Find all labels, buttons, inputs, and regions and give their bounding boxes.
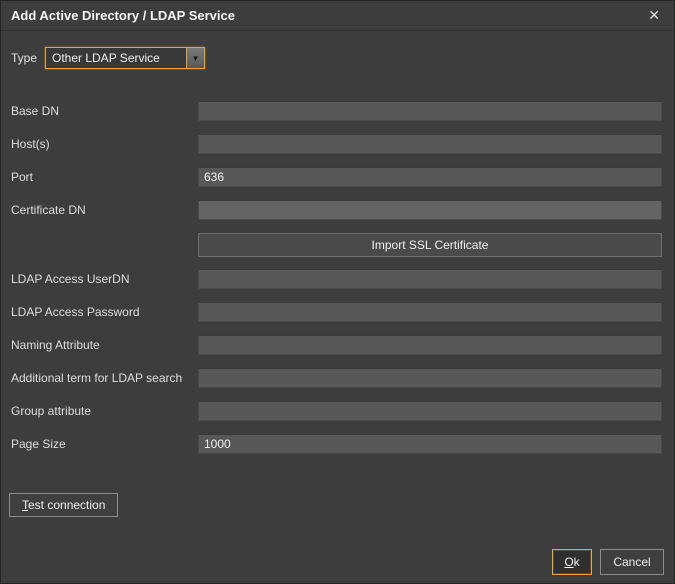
form-row-naming-attribute: Naming Attribute <box>11 335 662 355</box>
type-row: Type Other LDAP Service ▼ <box>11 47 674 69</box>
close-icon[interactable]: ✕ <box>644 5 664 26</box>
form-row-ldap-access-password: LDAP Access Password <box>11 302 662 322</box>
ldap-access-password-input[interactable] <box>198 302 662 322</box>
dialog-title: Add Active Directory / LDAP Service <box>11 8 644 23</box>
form-row-additional-term: Additional term for LDAP search <box>11 368 662 388</box>
dialog-footer: Ok Cancel <box>552 549 664 575</box>
group-attribute-input[interactable] <box>198 401 662 421</box>
test-connection-label: Test connection <box>22 498 105 512</box>
certificate-dn-input[interactable] <box>198 200 662 220</box>
certificate-dn-label: Certificate DN <box>11 203 198 217</box>
chevron-down-icon[interactable]: ▼ <box>186 48 204 68</box>
ok-button[interactable]: Ok <box>552 549 592 575</box>
form-row-certificate-dn: Certificate DN <box>11 200 662 220</box>
additional-term-label: Additional term for LDAP search <box>11 371 198 385</box>
ldap-access-password-label: LDAP Access Password <box>11 305 198 319</box>
port-label: Port <box>11 170 198 184</box>
ok-label: Ok <box>563 555 581 569</box>
base-dn-label: Base DN <box>11 104 198 118</box>
type-select[interactable]: Other LDAP Service ▼ <box>45 47 205 69</box>
naming-attribute-input[interactable] <box>198 335 662 355</box>
form-row-ldap-access-userdn: LDAP Access UserDN <box>11 269 662 289</box>
group-attribute-label: Group attribute <box>11 404 198 418</box>
type-select-value: Other LDAP Service <box>46 51 186 65</box>
add-ldap-dialog: Add Active Directory / LDAP Service ✕ Ty… <box>0 0 675 584</box>
test-connection-button[interactable]: Test connection <box>9 493 118 517</box>
port-input[interactable] <box>198 167 662 187</box>
form-row-port: Port <box>11 167 662 187</box>
base-dn-input[interactable] <box>198 101 662 121</box>
cancel-button[interactable]: Cancel <box>600 549 664 575</box>
ldap-form: Base DN Host(s) Port Certificate DN Impo… <box>1 101 674 454</box>
form-row-group-attribute: Group attribute <box>11 401 662 421</box>
form-row-base-dn: Base DN <box>11 101 662 121</box>
import-ssl-certificate-button[interactable]: Import SSL Certificate <box>198 233 662 257</box>
ldap-access-userdn-label: LDAP Access UserDN <box>11 272 198 286</box>
naming-attribute-label: Naming Attribute <box>11 338 198 352</box>
form-row-hosts: Host(s) <box>11 134 662 154</box>
hosts-input[interactable] <box>198 134 662 154</box>
hosts-label: Host(s) <box>11 137 198 151</box>
page-size-input[interactable] <box>198 434 662 454</box>
page-size-label: Page Size <box>11 437 198 451</box>
form-row-page-size: Page Size <box>11 434 662 454</box>
type-label: Type <box>11 51 45 65</box>
form-row-import-ssl: Import SSL Certificate <box>11 233 662 257</box>
additional-term-input[interactable] <box>198 368 662 388</box>
ldap-access-userdn-input[interactable] <box>198 269 662 289</box>
dialog-titlebar: Add Active Directory / LDAP Service ✕ <box>1 1 674 31</box>
